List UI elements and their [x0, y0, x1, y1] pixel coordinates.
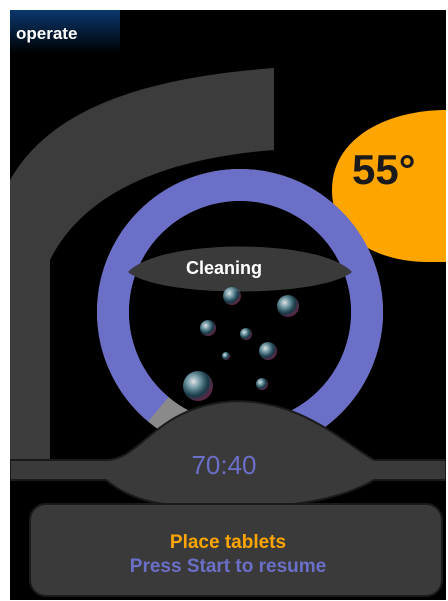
message-line-secondary: Press Start to resume: [129, 556, 327, 577]
phase-label: Cleaning: [185, 258, 262, 278]
remaining-time: 70:40: [191, 450, 257, 480]
display-graphics: [10, 10, 446, 597]
mode-label: operate: [16, 24, 78, 43]
message-line-primary: Place tablets: [169, 532, 287, 553]
temperature-value: 55°: [352, 146, 416, 193]
inner-disc: [129, 201, 351, 423]
dishwasher-display: operate 55° Cleaning 70:40 Place tablets…: [10, 10, 446, 600]
